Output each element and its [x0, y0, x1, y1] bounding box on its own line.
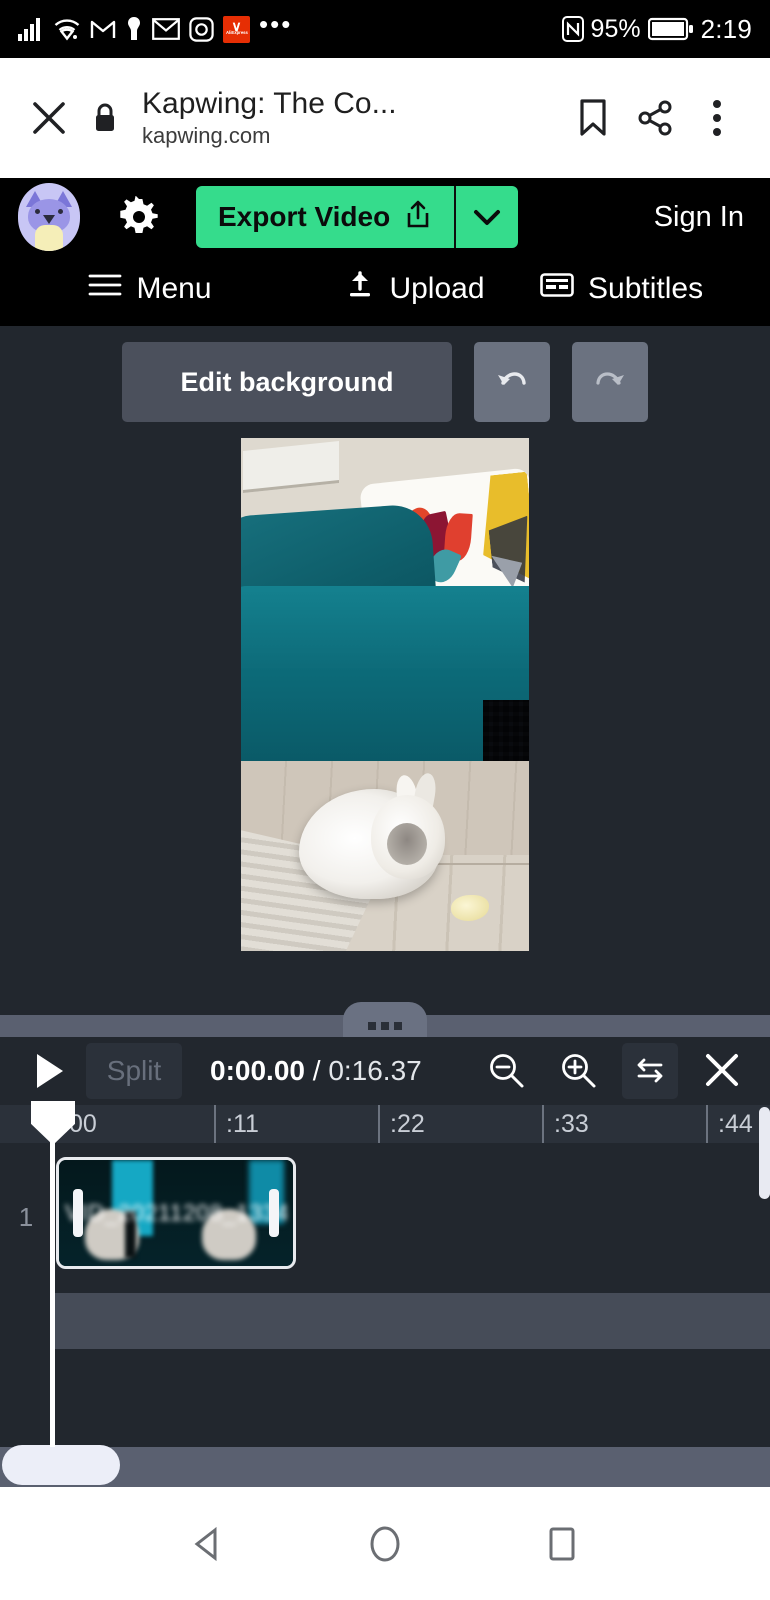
android-status-bar: ∨ AliExpress ••• 95% 2:19 [0, 0, 770, 58]
timeline-clip[interactable]: VID_20211208_133417.mp4 [56, 1157, 296, 1269]
sign-in-button[interactable]: Sign In [654, 201, 752, 234]
timeline-ruler[interactable]: :00 :11 :22 :33 :44 [0, 1105, 770, 1143]
hamburger-icon [88, 272, 122, 306]
timeline-controls: Split 0:00.00 / 0:16.37 [0, 1037, 770, 1105]
status-bar-left-icons: ∨ AliExpress ••• [18, 9, 562, 43]
wifi-icon [53, 17, 81, 41]
clip-filename: VID_20211208_133417.mp4 [65, 1199, 287, 1226]
timeline-tracks: 1 VID_20211208_133417.mp4 [0, 1143, 770, 1447]
redo-icon [591, 365, 629, 400]
browser-toolbar: Kapwing: The Co... kapwing.com [0, 58, 770, 178]
page-url: kapwing.com [142, 123, 271, 149]
clip-trim-handle-right[interactable] [269, 1189, 279, 1237]
current-time: 0:00.00 [210, 1055, 305, 1086]
play-button[interactable] [20, 1052, 80, 1090]
timeline-vertical-scrollbar[interactable] [759, 1107, 770, 1199]
timeline-horizontal-scrollbar[interactable] [0, 1445, 770, 1487]
subtitles-button[interactable]: Subtitles [530, 272, 770, 306]
instagram-icon [189, 16, 214, 42]
page-title: Kapwing: The Co... [142, 86, 397, 120]
status-bar-right: 95% 2:19 [561, 13, 752, 45]
subtitles-label: Subtitles [588, 272, 704, 305]
kapwing-app-header: Export Video Sign In Menu Upload Subtitl… [0, 178, 770, 326]
recents-square-icon[interactable] [527, 1509, 597, 1579]
nfc-icon [561, 16, 584, 42]
video-canvas-area[interactable] [0, 438, 770, 1028]
playhead[interactable] [31, 1101, 75, 1447]
more-vertical-icon[interactable] [686, 87, 748, 149]
back-triangle-icon[interactable] [173, 1509, 243, 1579]
split-button[interactable]: Split [86, 1043, 182, 1099]
avatar[interactable] [18, 183, 80, 251]
bookmark-icon[interactable] [562, 87, 624, 149]
app-header-top-row: Export Video Sign In [0, 178, 770, 256]
lock-icon [84, 102, 126, 134]
ruler-tick: :44 [706, 1105, 753, 1143]
address-bar[interactable]: Kapwing: The Co... kapwing.com [126, 87, 562, 150]
menu-label: Menu [136, 272, 212, 305]
zoom-in-icon [559, 1051, 597, 1092]
export-group: Export Video [196, 186, 519, 248]
edit-background-button[interactable]: Edit background [122, 342, 452, 422]
menu-button[interactable]: Menu [0, 272, 300, 306]
export-video-button[interactable]: Export Video [196, 186, 455, 248]
video-preview[interactable] [241, 438, 529, 951]
export-video-label: Export Video [218, 201, 391, 232]
fit-arrows-icon [633, 1055, 667, 1088]
export-options-button[interactable] [454, 186, 519, 248]
track-row[interactable] [0, 1293, 770, 1349]
total-time: 0:16.37 [328, 1055, 422, 1086]
close-timeline-button[interactable] [694, 1043, 750, 1099]
battery-icon [647, 17, 694, 41]
clock: 2:19 [700, 13, 752, 44]
aliexpress-icon: ∨ AliExpress [223, 15, 250, 43]
upload-label: Upload [389, 272, 485, 305]
timeline-panel: Split 0:00.00 / 0:16.37:00:11:22:33 … [0, 1002, 770, 1487]
share-icon[interactable] [624, 87, 686, 149]
close-tab-button[interactable] [22, 91, 76, 145]
zoom-in-button[interactable] [550, 1043, 606, 1099]
undo-icon [493, 365, 531, 400]
time-separator: / [304, 1055, 329, 1086]
close-icon [703, 1051, 741, 1092]
zoom-out-button[interactable] [478, 1043, 534, 1099]
track-row[interactable] [0, 1349, 770, 1447]
ruler-tick: :33 [542, 1105, 589, 1143]
editor-toolbar: Edit background [0, 326, 770, 438]
share-up-icon [404, 199, 432, 236]
track-row: 1 VID_20211208_133417.mp4 [0, 1143, 770, 1291]
clip-trim-handle-left[interactable] [73, 1189, 83, 1237]
timeline-resize-bar[interactable] [0, 1002, 770, 1038]
app-header-nav-row: Menu Upload Subtitles [0, 256, 770, 322]
upload-button[interactable]: Upload [300, 270, 530, 308]
gear-icon[interactable] [102, 196, 176, 238]
ruler-tick: :22 [378, 1105, 425, 1143]
android-nav-bar [0, 1487, 770, 1600]
scrollbar-thumb[interactable] [2, 1445, 120, 1485]
subtitles-icon [540, 272, 574, 306]
signal-bars-icon [18, 17, 44, 41]
battery-percent: 95% [590, 14, 641, 43]
key-icon [125, 16, 143, 42]
ruler-tick: :11 [214, 1105, 259, 1143]
zoom-out-icon [487, 1051, 525, 1092]
phone-screen: ∨ AliExpress ••• 95% 2:19 Kapwing: The Co… [0, 0, 770, 1600]
overflow-dots-icon: ••• [259, 9, 293, 39]
undo-button[interactable] [474, 342, 550, 422]
time-display: 0:00.00 / 0:16.37 [210, 1055, 422, 1087]
home-circle-icon[interactable] [350, 1509, 420, 1579]
track-number: 1 [18, 1201, 34, 1232]
upload-icon [345, 270, 375, 308]
redo-button[interactable] [572, 342, 648, 422]
timeline-right-controls [478, 1043, 750, 1099]
gmail-icon [90, 17, 116, 41]
mail-icon [152, 18, 180, 40]
fit-timeline-button[interactable] [622, 1043, 678, 1099]
drag-handle[interactable] [343, 1002, 427, 1038]
